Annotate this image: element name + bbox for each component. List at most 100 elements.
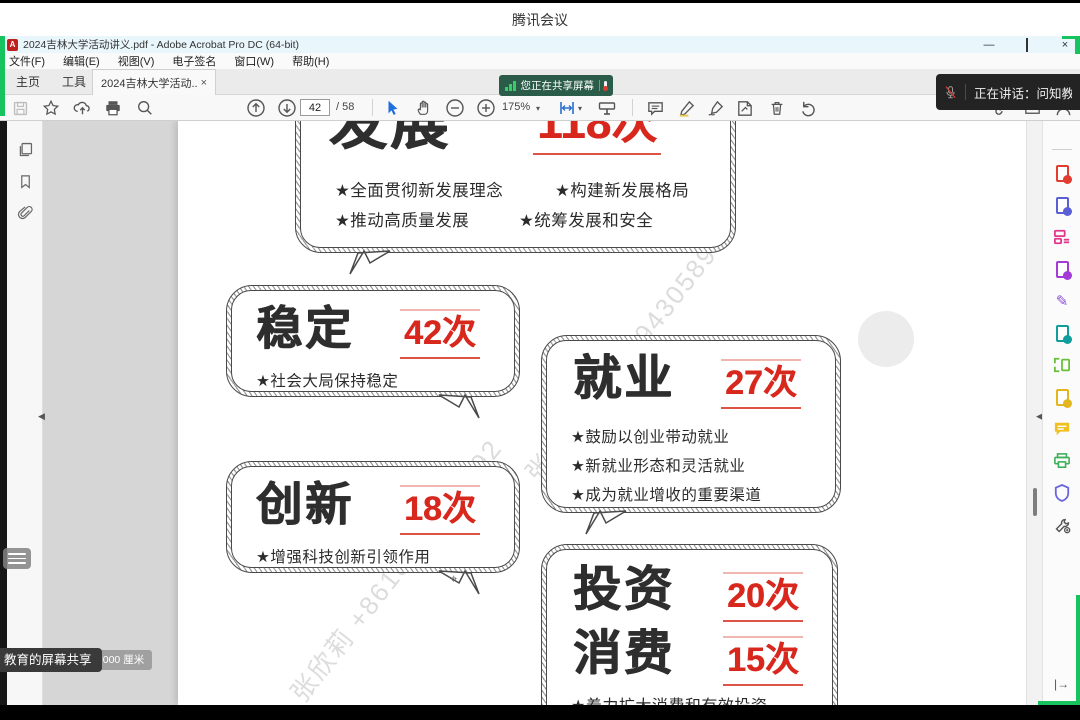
toolbar-divider: [632, 99, 633, 116]
bullet: ★全面贯彻新发展理念: [335, 177, 503, 201]
attachments-icon[interactable]: [15, 203, 35, 223]
zoom-in-icon[interactable]: [475, 97, 497, 119]
organize-pages-icon[interactable]: [1052, 227, 1072, 247]
more-tools-icon[interactable]: [1052, 515, 1072, 535]
page-thumbnails-icon[interactable]: [15, 139, 35, 159]
toolbar-divider: [372, 99, 373, 116]
document-area: ◀ 张欣莉 +8618943058992 张欣莉 +8618943058992 …: [0, 121, 1080, 705]
scrollbar-thumb[interactable]: [1033, 488, 1037, 516]
sharing-indicator-pill[interactable]: 您正在共享屏幕: [499, 75, 613, 96]
rail-divider: [1052, 149, 1072, 150]
bullet: ★推动高质量发展: [335, 207, 469, 231]
print-production-icon[interactable]: [1052, 451, 1072, 471]
previous-page-icon[interactable]: [245, 97, 267, 119]
bubble-touzi-xiaofei: 投资 20次 消费 15次 ★着力扩大消费和有效投资: [541, 544, 838, 705]
annotation-menu-badge[interactable]: [3, 548, 31, 569]
select-tool-icon[interactable]: [382, 97, 404, 119]
highlight-pen-icon[interactable]: [675, 97, 697, 119]
fit-width-icon[interactable]: [556, 97, 578, 119]
tab-home[interactable]: 主页: [6, 69, 50, 95]
convert-pdf-icon[interactable]: [1052, 323, 1072, 343]
sign-pen-icon[interactable]: [704, 97, 726, 119]
search-icon[interactable]: [134, 97, 156, 119]
bubble-tail: [348, 249, 394, 276]
tools-rail: ✎ |→: [1042, 121, 1080, 705]
protect-icon[interactable]: [1052, 483, 1072, 503]
bullet: ★着力扩大消费和有效投资: [571, 692, 767, 705]
count: 118次: [533, 121, 661, 155]
request-signatures-icon[interactable]: [1052, 387, 1072, 407]
bullet: ★新就业形态和灵活就业: [571, 454, 745, 476]
share-frame-right: [1076, 595, 1080, 705]
zoom-caret-icon[interactable]: ▾: [536, 104, 540, 113]
touchbar-mode-icon[interactable]: [596, 97, 618, 119]
stamp-tool-icon[interactable]: [733, 97, 755, 119]
tab-tools[interactable]: 工具: [52, 69, 96, 95]
maximize-button[interactable]: [1020, 39, 1034, 51]
count: 27次: [721, 359, 801, 409]
speaking-banner[interactable]: 正在讲话：问知教育: [936, 74, 1080, 110]
minimize-button[interactable]: —: [982, 39, 996, 51]
save-icon[interactable]: [9, 97, 31, 119]
menu-file[interactable]: 文件(F): [9, 53, 45, 69]
bullet: ★构建新发展格局: [555, 177, 689, 201]
tab-close-icon[interactable]: ×: [201, 77, 207, 89]
tab-document[interactable]: 2024吉林大学活动... ×: [92, 69, 216, 95]
star-favorites-icon[interactable]: [40, 97, 62, 119]
hand-tool-icon[interactable]: [413, 97, 435, 119]
signal-bars-icon: [505, 80, 516, 91]
acrobat-titlebar[interactable]: A 2024吉林大学活动讲义.pdf - Adobe Acrobat Pro D…: [0, 36, 1080, 53]
meeting-titlebar: 腾讯会议: [0, 3, 1080, 36]
delete-tool-icon[interactable]: [766, 97, 788, 119]
meeting-background-strip: [0, 121, 7, 705]
text-cursor: ⌖: [450, 571, 457, 587]
keyword: 稳定: [256, 305, 354, 351]
zoom-out-icon[interactable]: [444, 97, 466, 119]
fit-caret-icon[interactable]: ▾: [578, 104, 582, 113]
fill-sign-icon[interactable]: ✎: [1052, 291, 1072, 311]
bookmarks-icon[interactable]: [15, 171, 35, 191]
menu-esign[interactable]: 电子签名: [172, 53, 216, 69]
scan-ocr-icon[interactable]: [1052, 355, 1072, 375]
recording-cloud-icon[interactable]: [604, 81, 607, 90]
bullet: ★统筹发展和安全: [519, 207, 653, 231]
share-watch-tooltip: 教育的屏幕共享: [0, 648, 102, 672]
bubble-fazhan: 发展 118次 ★全面贯彻新发展理念 ★构建新发展格局 ★推动高质量发展 ★统筹…: [295, 121, 736, 253]
page-number-input[interactable]: [300, 99, 330, 116]
comment-panel-icon[interactable]: [1052, 419, 1072, 439]
create-pdf-icon[interactable]: [1052, 163, 1072, 183]
page-edge-bump: [858, 311, 914, 367]
zoom-level-value[interactable]: 175%: [502, 101, 530, 113]
tab-document-label: 2024吉林大学活动...: [101, 75, 197, 91]
page-total-label: / 58: [336, 101, 354, 113]
bubble-jiuye: 就业 27次 ★鼓励以创业带动就业 ★新就业形态和灵活就业 ★成为就业增收的重要…: [541, 335, 841, 513]
bubble-tail: [584, 509, 630, 536]
comment-tool-icon[interactable]: [644, 97, 666, 119]
close-button[interactable]: ×: [1058, 39, 1072, 51]
edit-pdf-icon[interactable]: [1052, 259, 1072, 279]
next-page-icon[interactable]: [276, 97, 298, 119]
undo-rotate-icon[interactable]: [797, 97, 819, 119]
menu-edit[interactable]: 编辑(E): [63, 53, 100, 69]
keyword: 就业: [573, 355, 675, 403]
maximize-icon: [1026, 38, 1028, 52]
bubble-tail: [435, 393, 481, 420]
export-pdf-icon[interactable]: [1052, 195, 1072, 215]
acrobat-window: A 2024吉林大学活动讲义.pdf - Adobe Acrobat Pro D…: [0, 36, 1080, 705]
share-cloud-icon[interactable]: [71, 97, 93, 119]
share-frame-bottom: [1038, 701, 1080, 705]
pdf-page: 张欣莉 +8618943058992 张欣莉 +8618943058992 发展…: [178, 121, 1026, 705]
bullet: ★社会大局保持稳定: [256, 369, 398, 391]
banner-divider: [965, 84, 966, 100]
expand-panel-icon[interactable]: |→: [1054, 677, 1069, 691]
collapse-left-panel-icon[interactable]: ◀: [38, 411, 45, 422]
keyword: 发展: [329, 121, 451, 153]
count: 20次: [723, 572, 803, 622]
menu-window[interactable]: 窗口(W): [234, 53, 274, 69]
menu-view[interactable]: 视图(V): [118, 53, 155, 69]
acrobat-window-title: 2024吉林大学活动讲义.pdf - Adobe Acrobat Pro DC …: [23, 37, 299, 52]
menu-help[interactable]: 帮助(H): [292, 53, 329, 69]
print-icon[interactable]: [102, 97, 124, 119]
bullet: ★增强科技创新引领作用: [256, 545, 430, 567]
pdf-file-icon: A: [7, 39, 18, 51]
